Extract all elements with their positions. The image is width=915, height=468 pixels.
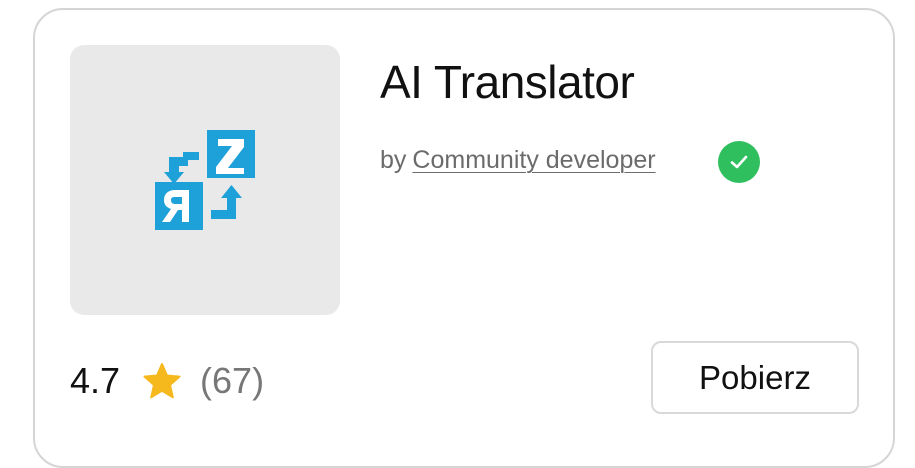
app-icon (70, 45, 340, 315)
developer-link[interactable]: Community developer (412, 143, 655, 177)
app-title: AI Translator (380, 56, 635, 108)
verified-badge (718, 141, 760, 183)
rating-count: (67) (200, 360, 265, 401)
translate-icon (155, 130, 255, 230)
checkmark-icon (730, 155, 748, 169)
rating-value: 4.7 (70, 360, 121, 401)
download-button[interactable]: Pobierz (651, 341, 859, 414)
byline-prefix: by (380, 146, 407, 174)
rating: 4.7 (67) (70, 356, 264, 406)
star-icon (143, 363, 181, 399)
developer-byline: by Community developer (380, 143, 656, 177)
